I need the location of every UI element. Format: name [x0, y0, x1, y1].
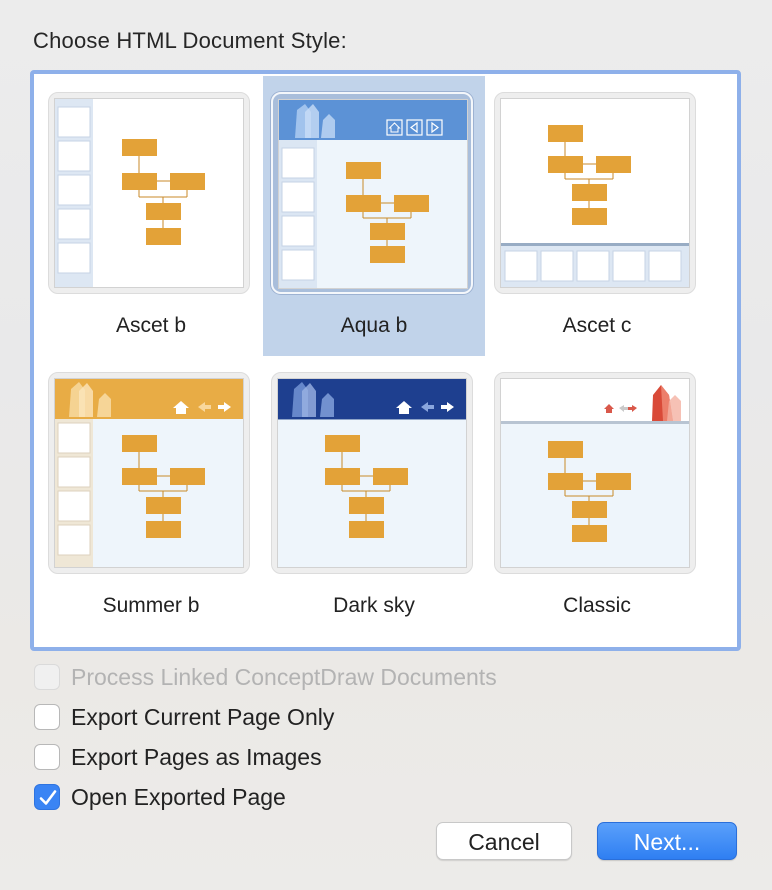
open-exported-page-checkbox[interactable]: [34, 784, 60, 810]
thumbnail-frame: [271, 92, 473, 294]
style-option-aqua-b[interactable]: Aqua b: [263, 76, 485, 356]
style-label: Dark sky: [333, 594, 415, 617]
style-gallery: Ascet b Aqua b Ascet c Summer b Dark sky…: [30, 70, 741, 651]
cancel-button[interactable]: Cancel: [436, 822, 572, 860]
style-label: Classic: [563, 594, 631, 617]
checkmark-icon: [39, 790, 57, 805]
style-option-dark-sky[interactable]: Dark sky: [263, 356, 485, 636]
option-label: Export Pages as Images: [71, 744, 322, 770]
next-button[interactable]: Next...: [597, 822, 737, 860]
thumbnail-frame: [494, 372, 696, 574]
ascet-c-preview: [500, 98, 690, 288]
style-label: Ascet b: [115, 314, 187, 337]
summer-b-preview: [54, 378, 244, 568]
style-option-ascet-b[interactable]: Ascet b: [40, 76, 262, 356]
classic-preview: [500, 378, 690, 568]
style-label: Ascet c: [562, 314, 632, 337]
thumbnail-frame: [271, 372, 473, 574]
current-page-only-checkbox[interactable]: [34, 704, 60, 730]
style-label: Aqua b: [340, 314, 408, 337]
dialog-title: Choose HTML Document Style:: [33, 28, 347, 53]
option-label: Open Exported Page: [71, 784, 286, 810]
thumbnail-frame: [494, 92, 696, 294]
style-option-ascet-c[interactable]: Ascet c: [486, 76, 708, 356]
style-option-summer-b[interactable]: Summer b: [40, 356, 262, 636]
ascet-b-preview: [54, 98, 244, 288]
style-label: Summer b: [102, 594, 200, 617]
option-label: Export Current Page Only: [71, 704, 335, 730]
process-linked-checkbox: [34, 664, 60, 690]
pages-as-images-checkbox[interactable]: [34, 744, 60, 770]
aqua-b-preview: [278, 99, 468, 289]
thumbnail-frame: [48, 372, 250, 574]
dark-sky-preview: [277, 378, 467, 568]
thumbnail-frame: [48, 92, 250, 294]
option-label: Process Linked ConceptDraw Documents: [71, 664, 497, 690]
style-option-classic[interactable]: Classic: [486, 356, 708, 636]
